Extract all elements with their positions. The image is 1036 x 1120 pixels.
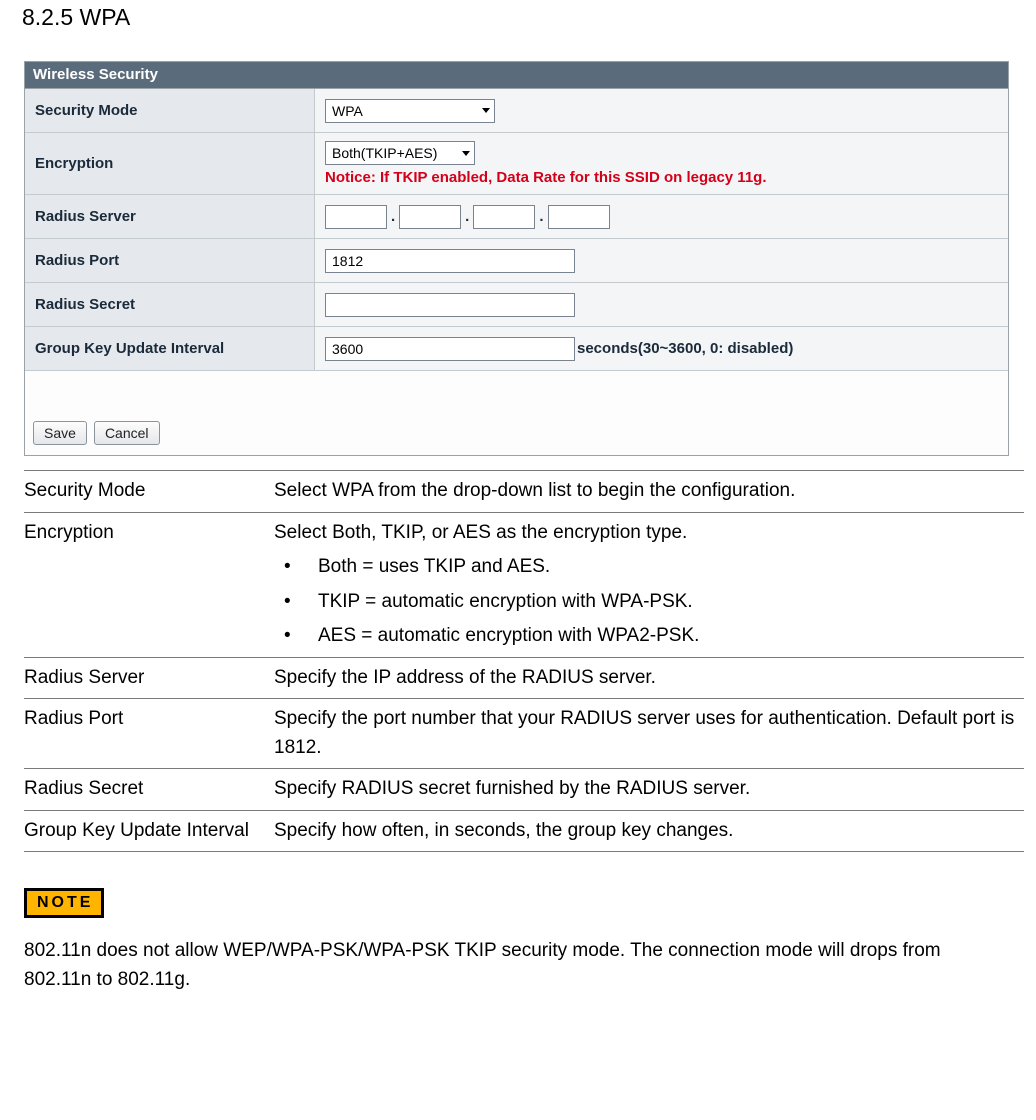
label-radius-port: Radius Port [25, 239, 315, 282]
desc-text: Specify how often, in seconds, the group… [274, 810, 1024, 852]
ip-dot: . [391, 208, 395, 225]
label-security-mode: Security Mode [25, 89, 315, 132]
panel-spacer [25, 371, 1008, 421]
group-key-input[interactable] [325, 337, 575, 361]
section-heading: 8.2.5 WPA [22, 4, 1024, 31]
row-radius-secret: Radius Secret [25, 283, 1008, 327]
label-radius-secret: Radius Secret [25, 283, 315, 326]
desc-row-radius-server: Radius Server Specify the IP address of … [24, 657, 1024, 699]
ip-dot: . [465, 208, 469, 225]
desc-text: Specify the IP address of the RADIUS ser… [274, 657, 1024, 699]
note-label: NOTE [27, 891, 101, 915]
desc-row-security-mode: Security Mode Select WPA from the drop-d… [24, 471, 1024, 513]
wireless-security-panel: Wireless Security Security Mode WPA Encr… [24, 61, 1009, 456]
row-group-key: Group Key Update Interval seconds(30~360… [25, 327, 1008, 371]
desc-text: Select WPA from the drop-down list to be… [274, 471, 1024, 513]
list-item: Both = uses TKIP and AES. [274, 553, 1024, 582]
desc-row-group-key: Group Key Update Interval Specify how of… [24, 810, 1024, 852]
encryption-select[interactable]: Both(TKIP+AES) [325, 141, 475, 165]
row-radius-port: Radius Port [25, 239, 1008, 283]
row-encryption: Encryption Both(TKIP+AES) Notice: If TKI… [25, 133, 1008, 195]
row-security-mode: Security Mode WPA [25, 89, 1008, 133]
desc-term: Encryption [24, 512, 274, 657]
description-table: Security Mode Select WPA from the drop-d… [24, 470, 1024, 852]
panel-header: Wireless Security [25, 62, 1008, 89]
desc-term: Group Key Update Interval [24, 810, 274, 852]
desc-text: Select Both, TKIP, or AES as the encrypt… [274, 512, 1024, 657]
desc-row-encryption: Encryption Select Both, TKIP, or AES as … [24, 512, 1024, 657]
encryption-notice: Notice: If TKIP enabled, Data Rate for t… [325, 169, 998, 186]
radius-ip-octet-3[interactable] [473, 205, 535, 229]
radius-secret-input[interactable] [325, 293, 575, 317]
label-group-key: Group Key Update Interval [25, 327, 315, 370]
desc-term: Radius Port [24, 699, 274, 769]
desc-row-radius-port: Radius Port Specify the port number that… [24, 699, 1024, 769]
desc-term: Radius Server [24, 657, 274, 699]
label-radius-server: Radius Server [25, 195, 315, 238]
group-key-suffix: seconds(30~3600, 0: disabled) [577, 340, 793, 357]
radius-ip-octet-1[interactable] [325, 205, 387, 229]
chevron-down-icon [462, 151, 470, 156]
note-text: 802.11n does not allow WEP/WPA-PSK/WPA-P… [24, 936, 1012, 995]
encryption-value: Both(TKIP+AES) [332, 145, 456, 161]
desc-term: Radius Secret [24, 769, 274, 811]
save-button[interactable]: Save [33, 421, 87, 445]
radius-port-input[interactable] [325, 249, 575, 273]
security-mode-value: WPA [332, 103, 476, 119]
list-item: AES = automatic encryption with WPA2-PSK… [274, 622, 1024, 651]
security-mode-select[interactable]: WPA [325, 99, 495, 123]
radius-ip-octet-2[interactable] [399, 205, 461, 229]
desc-text: Specify RADIUS secret furnished by the R… [274, 769, 1024, 811]
note-badge: NOTE [24, 888, 104, 918]
desc-row-radius-secret: Radius Secret Specify RADIUS secret furn… [24, 769, 1024, 811]
list-item: TKIP = automatic encryption with WPA-PSK… [274, 588, 1024, 617]
desc-text: Specify the port number that your RADIUS… [274, 699, 1024, 769]
radius-ip-octet-4[interactable] [548, 205, 610, 229]
row-radius-server: Radius Server . . . [25, 195, 1008, 239]
cancel-button[interactable]: Cancel [94, 421, 160, 445]
chevron-down-icon [482, 108, 490, 113]
label-encryption: Encryption [25, 133, 315, 194]
desc-term: Security Mode [24, 471, 274, 513]
ip-dot: . [539, 208, 543, 225]
